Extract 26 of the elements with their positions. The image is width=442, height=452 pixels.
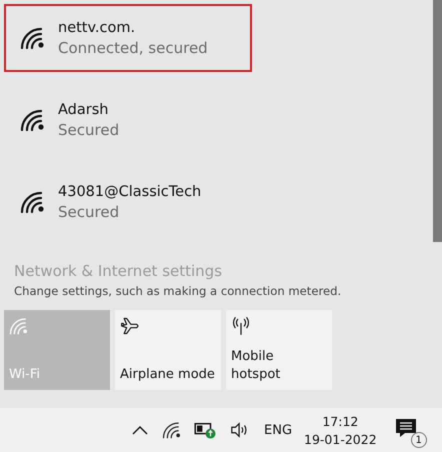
settings-description: Change settings, such as making a connection metered. <box>14 284 342 298</box>
network-item[interactable]: 43081@ClassicTech Secured <box>4 168 252 236</box>
airplane-icon <box>120 316 140 336</box>
network-status: Secured <box>58 120 120 138</box>
language-indicator[interactable]: ENG <box>264 422 292 438</box>
network-item[interactable]: Adarsh Secured <box>4 86 252 154</box>
network-name: nettv.com. <box>58 20 136 36</box>
hotspot-tile[interactable]: Mobile hotspot <box>226 310 332 390</box>
wifi-icon <box>20 191 46 213</box>
wifi-icon <box>20 27 46 49</box>
wifi-icon <box>20 109 46 131</box>
clock[interactable]: 17:12 19-01-2022 <box>304 414 377 446</box>
battery-icon[interactable] <box>194 421 218 439</box>
hotspot-icon <box>231 316 251 336</box>
network-item[interactable]: nettv.com. Connected, secured <box>4 4 252 72</box>
wifi-icon <box>9 316 29 336</box>
airplane-tile[interactable]: Airplane mode <box>115 310 221 390</box>
network-status: Connected, secured <box>58 38 208 56</box>
caret-icon[interactable] <box>132 425 148 435</box>
network-name: 43081@ClassicTech <box>58 184 202 200</box>
notification-count: 1 <box>410 432 427 448</box>
network-status: Secured <box>58 202 120 220</box>
notification-icon[interactable] <box>394 418 417 438</box>
network-name: Adarsh <box>58 102 110 118</box>
scrollbar[interactable] <box>433 0 442 242</box>
wifi-icon[interactable] <box>162 421 182 439</box>
